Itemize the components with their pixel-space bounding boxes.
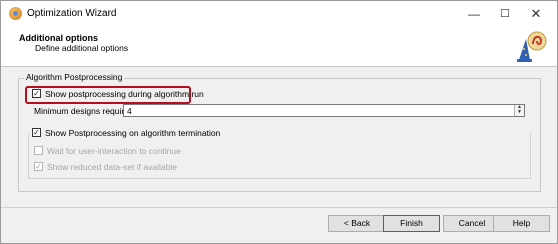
wait-user-label: Wait for user-interaction to continue xyxy=(47,146,181,156)
spin-down-icon[interactable]: ▼ xyxy=(516,110,523,115)
group-label: Algorithm Postprocessing xyxy=(24,72,125,82)
header-subtitle: Define additional options xyxy=(35,43,129,53)
show-on-termination-checkbox[interactable]: ✓ xyxy=(32,128,41,137)
back-button[interactable]: < Back xyxy=(328,215,386,232)
footer-divider xyxy=(1,207,557,208)
header-title: Additional options xyxy=(19,33,98,43)
finish-button[interactable]: Finish xyxy=(383,215,440,232)
highlight-box xyxy=(25,86,191,104)
min-designs-spinbox[interactable]: 4 ▲ ▼ xyxy=(123,104,525,117)
window-title: Optimization Wizard xyxy=(27,8,117,19)
maximize-button[interactable]: ☐ xyxy=(490,1,520,27)
optimization-wizard-window: Optimization Wizard — ☐ ✕ Additional opt… xyxy=(0,0,558,244)
min-designs-value[interactable]: 4 xyxy=(127,106,132,116)
termination-subgroup xyxy=(28,133,531,179)
wizard-hat-icon xyxy=(517,31,547,62)
show-reduced-label: Show reduced data-set if available xyxy=(47,162,177,172)
help-button[interactable]: Help xyxy=(493,215,550,232)
minimize-button[interactable]: — xyxy=(459,1,489,27)
min-designs-label: Minimum designs required: xyxy=(34,106,137,116)
show-reduced-checkbox[interactable]: ✓ xyxy=(34,162,43,171)
app-icon xyxy=(9,7,22,20)
spinner-buttons[interactable]: ▲ ▼ xyxy=(514,105,524,116)
close-button[interactable]: ✕ xyxy=(521,1,551,27)
show-on-termination-label[interactable]: Show Postprocessing on algorithm termina… xyxy=(45,128,223,138)
wait-user-checkbox[interactable] xyxy=(34,146,43,155)
wizard-header: Additional options Define additional opt… xyxy=(1,27,557,67)
title-bar: Optimization Wizard — ☐ ✕ xyxy=(1,1,557,28)
